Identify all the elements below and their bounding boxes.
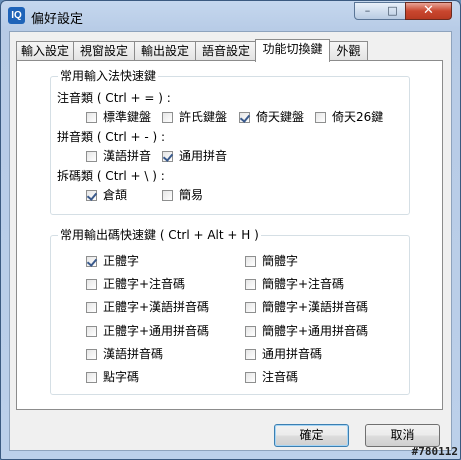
checkbox-label: 倚天鍵盤 (256, 110, 305, 124)
checkbox-box-checked[interactable] (239, 111, 250, 123)
checkbox-box[interactable] (245, 255, 256, 267)
checkbox-cangjie[interactable]: 倉頡 (86, 187, 127, 203)
checkbox-tongyong-pinyin[interactable]: 通用拼音 (162, 148, 227, 164)
checkbox-jianyi[interactable]: 簡易 (162, 187, 203, 203)
checkbox-box-checked[interactable] (86, 189, 97, 201)
checkbox-box[interactable] (86, 150, 97, 162)
checkbox-label: 正體字+注音碼 (103, 277, 186, 291)
input-shortcut-group: 常用輸入法快速鍵 注音類 ( Ctrl + = ) : 標準鍵盤 許氏鍵盤 倚天… (50, 68, 410, 215)
checkbox-label: 注音碼 (262, 370, 299, 384)
checkbox-box[interactable] (162, 111, 173, 123)
close-button[interactable]: ✕ (405, 2, 452, 20)
checkbox-traditional-zhuyin[interactable]: 正體字+注音碼 (86, 276, 185, 292)
output-group-title: 常用輸出碼快速鍵 ( Ctrl + Alt + H ) (58, 227, 261, 243)
checkbox-box[interactable] (245, 348, 256, 360)
checkbox-label: 標準鍵盤 (103, 110, 152, 124)
checkbox-label: 漢語拼音碼 (103, 347, 164, 361)
checkbox-hanyu-pinyin[interactable]: 漢語拼音 (86, 148, 151, 164)
checkbox-box[interactable] (245, 301, 256, 313)
zhuyin-label: 注音類 ( Ctrl + = ) : (57, 91, 171, 105)
checkbox-label: 正體字+漢語拼音碼 (103, 300, 210, 314)
tab-appearance[interactable]: 外觀 (329, 41, 368, 61)
checkbox-box-checked[interactable] (86, 255, 97, 267)
output-shortcut-group: 常用輸出碼快速鍵 ( Ctrl + Alt + H ) 正體字 正體字+注音碼 … (50, 227, 410, 395)
checkbox-label: 通用拼音 (179, 149, 228, 163)
checkbox-label: 正體字 (103, 254, 140, 268)
checkbox-braille-code[interactable]: 點字碼 (86, 369, 139, 385)
checkbox-simplified-tongyong[interactable]: 簡體字+通用拼音碼 (245, 323, 368, 339)
window-title: 偏好設定 (31, 12, 84, 27)
checkbox-zhuyin-code[interactable]: 注音碼 (245, 369, 298, 385)
input-group-title: 常用輸入法快速鍵 (58, 68, 159, 84)
checkbox-simplified-zhuyin[interactable]: 簡體字+注音碼 (245, 276, 344, 292)
checkbox-label: 簡體字 (262, 254, 299, 268)
preferences-window: IQ 偏好設定 – □ ✕ 輸入設定 視窗設定 輸出設定 語音設定 功能切換鍵 … (0, 0, 461, 460)
checkbox-label: 簡體字+注音碼 (262, 277, 345, 291)
checkbox-box[interactable] (86, 325, 97, 337)
checkbox-label: 倚天26鍵 (332, 110, 384, 124)
checkbox-standard-keyboard[interactable]: 標準鍵盤 (86, 109, 151, 125)
checkbox-label: 簡體字+漢語拼音碼 (262, 300, 369, 314)
checkbox-tongyong-code[interactable]: 通用拼音碼 (245, 346, 322, 362)
checkbox-traditional[interactable]: 正體字 (86, 253, 139, 269)
checkbox-hanyu-code[interactable]: 漢語拼音碼 (86, 346, 163, 362)
cancel-button[interactable]: 取消 (365, 424, 440, 447)
chaima-label: 拆碼類 ( Ctrl + \ ) : (57, 169, 165, 183)
checkbox-eten-keyboard[interactable]: 倚天鍵盤 (239, 109, 304, 125)
tab-input-settings[interactable]: 輸入設定 (16, 41, 74, 61)
ok-button[interactable]: 確定 (274, 424, 349, 447)
checkbox-box[interactable] (162, 189, 173, 201)
checkbox-simplified[interactable]: 簡體字 (245, 253, 298, 269)
checkbox-label: 漢語拼音 (103, 149, 152, 163)
title-bar[interactable]: IQ 偏好設定 – □ ✕ (1, 1, 460, 31)
checkbox-eten26-keyboard[interactable]: 倚天26鍵 (315, 109, 383, 125)
checkbox-simplified-hanyu[interactable]: 簡體字+漢語拼音碼 (245, 299, 368, 315)
checkbox-label: 倉頡 (103, 188, 128, 202)
checkbox-box[interactable] (245, 325, 256, 337)
checkbox-box[interactable] (86, 371, 97, 383)
watermark-text: #780112 (411, 445, 458, 458)
checkbox-box-checked[interactable] (162, 150, 173, 162)
checkbox-box[interactable] (86, 111, 97, 123)
checkbox-box[interactable] (86, 301, 97, 313)
maximize-button[interactable]: □ (380, 2, 406, 20)
checkbox-label: 許氏鍵盤 (179, 110, 228, 124)
checkbox-traditional-tongyong[interactable]: 正體字+通用拼音碼 (86, 323, 209, 339)
checkbox-box[interactable] (245, 371, 256, 383)
checkbox-hsu-keyboard[interactable]: 許氏鍵盤 (162, 109, 227, 125)
checkbox-label: 簡易 (179, 188, 204, 202)
dialog-client-area: 輸入設定 視窗設定 輸出設定 語音設定 功能切換鍵 外觀 常用輸入法快速鍵 注音… (9, 31, 452, 451)
checkbox-label: 通用拼音碼 (262, 347, 323, 361)
checkbox-box[interactable] (245, 278, 256, 290)
app-logo-icon: IQ (8, 7, 25, 24)
minimize-button[interactable]: – (354, 2, 381, 20)
checkbox-label: 簡體字+通用拼音碼 (262, 324, 369, 338)
checkbox-label: 正體字+通用拼音碼 (103, 324, 210, 338)
checkbox-label: 點字碼 (103, 370, 140, 384)
pinyin-label: 拼音類 ( Ctrl + - ) : (57, 130, 166, 144)
checkbox-box[interactable] (86, 348, 97, 360)
checkbox-traditional-hanyu[interactable]: 正體字+漢語拼音碼 (86, 299, 209, 315)
tab-voice-settings[interactable]: 語音設定 (195, 41, 257, 61)
tab-function-keys[interactable]: 功能切換鍵 (255, 39, 330, 62)
tab-output-settings[interactable]: 輸出設定 (134, 41, 196, 61)
function-keys-panel: 常用輸入法快速鍵 注音類 ( Ctrl + = ) : 標準鍵盤 許氏鍵盤 倚天… (16, 60, 443, 410)
checkbox-box[interactable] (315, 111, 326, 123)
checkbox-box[interactable] (86, 278, 97, 290)
tab-window-settings[interactable]: 視窗設定 (73, 41, 135, 61)
